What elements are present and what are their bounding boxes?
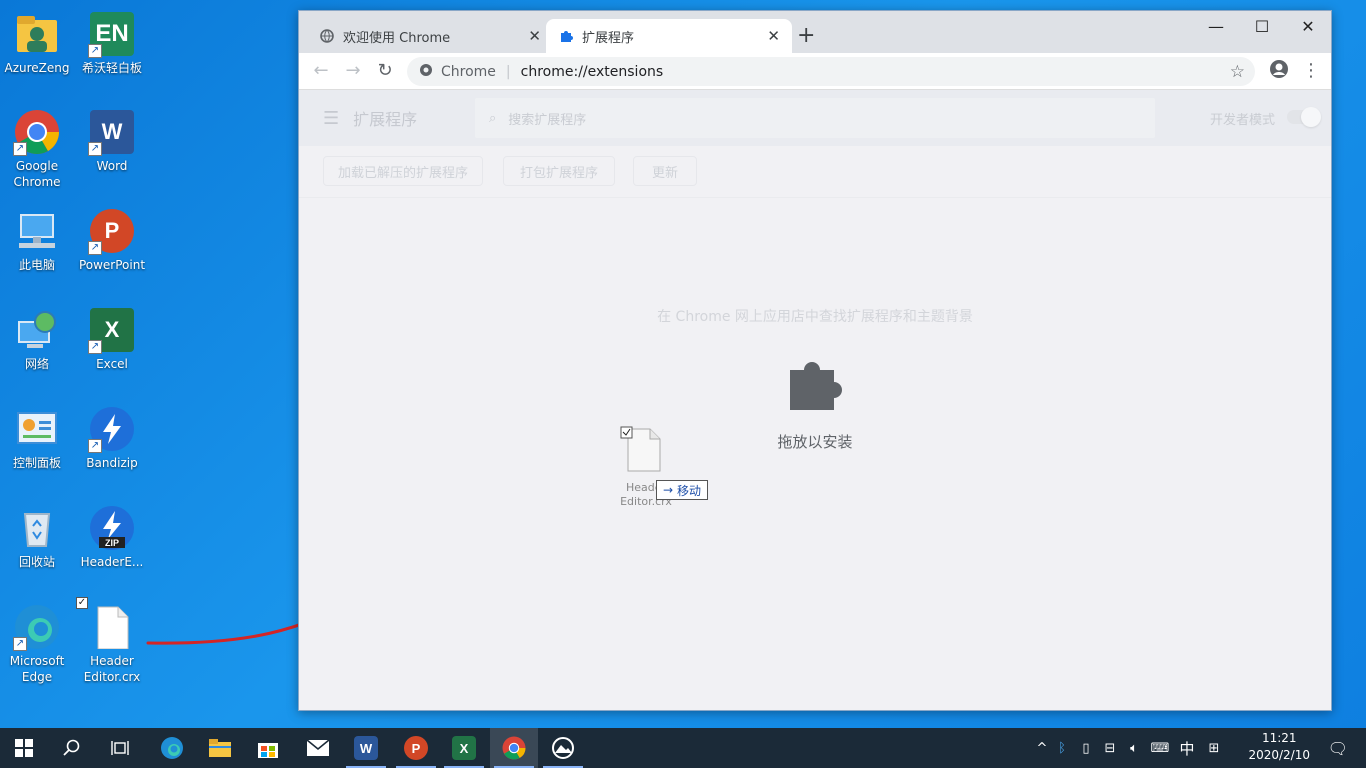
load-unpacked-button[interactable]: 加载已解压的扩展程序: [323, 156, 483, 186]
network-icon[interactable]: ⊟: [1098, 741, 1122, 756]
ime-mode-indicator[interactable]: 中: [1174, 738, 1200, 759]
drop-puzzle-icon: [786, 352, 846, 412]
windows-logo-icon: [15, 739, 33, 757]
bookmark-star-icon[interactable]: ☆: [1230, 62, 1245, 82]
extensions-page: ☰ 扩展程序 ⌕ 搜索扩展程序 开发者模式 加载已解压的扩展程序 打包扩展程序 …: [299, 90, 1331, 710]
developer-buttons-bar: 加载已解压的扩展程序 打包扩展程序 更新: [299, 146, 1331, 198]
mail-icon: [306, 739, 330, 756]
page-title: 扩展程序: [353, 110, 418, 129]
reload-button[interactable]: ↻: [373, 60, 397, 81]
notification-center-icon[interactable]: 🗨︎: [1328, 739, 1348, 758]
close-window-button[interactable]: ✕: [1285, 11, 1331, 41]
update-button[interactable]: 更新: [633, 156, 697, 186]
move-tooltip-text: 移动: [677, 483, 702, 498]
minimize-button[interactable]: —: [1193, 11, 1239, 41]
ime-grid-icon[interactable]: ⊞: [1200, 741, 1228, 756]
tab-label: 扩展程序: [582, 30, 635, 46]
taskbar-edge[interactable]: [148, 728, 196, 768]
chrome-logo-icon: [502, 736, 526, 760]
address-bar[interactable]: Chrome | chrome://extensions ☆: [407, 57, 1255, 86]
forward-button[interactable]: →: [341, 60, 365, 81]
taskbar-photos[interactable]: [539, 728, 587, 768]
dragged-file[interactable]: Header Editor.crx: [618, 425, 678, 515]
edge-logo-icon: [161, 737, 183, 759]
taskbar-chrome[interactable]: [490, 728, 538, 768]
taskbar-powerpoint[interactable]: P: [392, 728, 440, 768]
omnibox-separator: |: [505, 63, 511, 80]
close-tab-icon[interactable]: ✕: [767, 27, 780, 45]
close-tab-icon[interactable]: ✕: [528, 27, 541, 45]
clock-time: 11:21: [1261, 731, 1297, 745]
tab-strip: 欢迎使用 Chrome ✕ 扩展程序 ✕ + — ☐ ✕: [299, 11, 1331, 53]
start-button[interactable]: [0, 728, 48, 768]
search-extensions-input[interactable]: ⌕ 搜索扩展程序: [475, 98, 1155, 138]
developer-mode-label: 开发者模式: [1209, 113, 1275, 128]
photos-mountain-icon: [552, 737, 574, 759]
tab-extensions[interactable]: 扩展程序 ✕: [546, 19, 792, 53]
taskbar-file-explorer[interactable]: [196, 728, 244, 768]
move-tooltip: → 移动: [656, 480, 708, 500]
taskbar-excel[interactable]: X: [440, 728, 488, 768]
chrome-site-icon: [419, 63, 433, 81]
tab-label: 欢迎使用 Chrome: [343, 30, 451, 46]
url-text: chrome://extensions: [520, 63, 664, 80]
browser-toolbar: ← → ↻ Chrome | chrome://extensions ☆ ⋮: [299, 53, 1331, 90]
usb-device-icon[interactable]: ▯: [1074, 741, 1098, 756]
developer-mode-toggle[interactable]: [1287, 107, 1321, 127]
folder-icon: [209, 739, 231, 757]
chevron-up-icon[interactable]: ^: [1034, 741, 1050, 756]
extensions-header: ☰ 扩展程序 ⌕ 搜索扩展程序 开发者模式: [299, 90, 1331, 146]
back-button[interactable]: ←: [309, 60, 333, 81]
system-tray: ^ ᛒ ▯ ⊟ 🔈︎ ⌨ 中 ⊞: [1034, 728, 1228, 768]
store-bag-icon: [258, 743, 278, 758]
new-tab-button[interactable]: +: [797, 23, 815, 48]
menu-kebab-icon[interactable]: ⋮: [1299, 60, 1323, 81]
taskbar: W P X ^ ᛒ ▯ ⊟ 🔈︎ ⌨ 中 ⊞ 11:21 2020/2/10 🗨…: [0, 728, 1366, 768]
task-view-button[interactable]: [96, 728, 144, 768]
search-icon: ⌕: [489, 110, 497, 126]
hamburger-menu-icon[interactable]: ☰: [323, 108, 339, 129]
drop-to-install-label: 拖放以安装: [777, 433, 853, 451]
excel-logo-icon: X: [452, 736, 476, 760]
puzzle-icon: [558, 28, 574, 44]
pack-extension-button[interactable]: 打包扩展程序: [503, 156, 615, 186]
site-chip: Chrome: [441, 63, 496, 80]
taskbar-word[interactable]: W: [342, 728, 390, 768]
keyboard-icon[interactable]: ⌨: [1146, 741, 1174, 756]
search-icon: [63, 739, 80, 756]
chrome-window: 欢迎使用 Chrome ✕ 扩展程序 ✕ + — ☐ ✕ ← → ↻ Chrom…: [298, 10, 1332, 711]
arrow-right-icon: →: [662, 483, 674, 497]
file-icon: [620, 426, 661, 472]
maximize-button[interactable]: ☐: [1239, 11, 1285, 41]
clock[interactable]: 11:21 2020/2/10: [1248, 730, 1310, 764]
word-logo-icon: W: [354, 736, 378, 760]
volume-icon[interactable]: 🔈︎: [1122, 741, 1146, 756]
bluetooth-icon[interactable]: ᛒ: [1050, 741, 1074, 756]
powerpoint-logo-icon: P: [404, 736, 428, 760]
globe-icon: [319, 28, 335, 44]
profile-avatar-icon[interactable]: [1267, 59, 1291, 84]
clock-date: 2020/2/10: [1248, 748, 1310, 762]
search-placeholder: 搜索扩展程序: [508, 112, 587, 128]
web-store-link[interactable]: 在 Chrome 网上应用店中查找扩展程序和主题背景: [299, 306, 1331, 326]
taskbar-mail[interactable]: [294, 728, 342, 768]
taskbar-store[interactable]: [244, 728, 292, 768]
task-view-icon: [111, 741, 129, 755]
tab-welcome[interactable]: 欢迎使用 Chrome ✕: [307, 19, 553, 53]
search-button[interactable]: [48, 728, 96, 768]
